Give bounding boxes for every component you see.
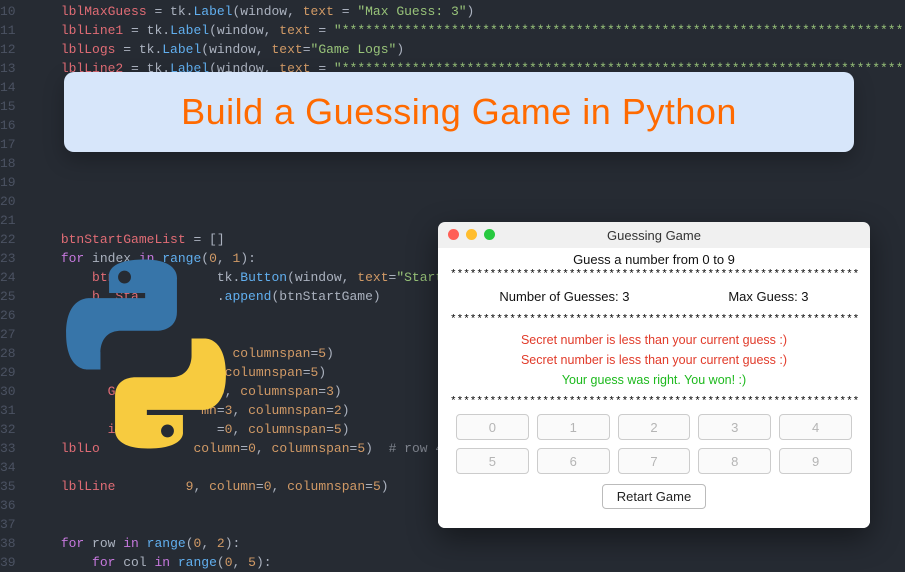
code-line: lblLine1 = tk.Label(window, text = "****… bbox=[30, 21, 905, 40]
code-line: for col in range(0, 5): bbox=[30, 553, 905, 572]
minimize-icon[interactable] bbox=[466, 229, 477, 240]
number-button-grid: 01234 56789 bbox=[450, 408, 858, 482]
number-button-0[interactable]: 0 bbox=[456, 414, 529, 440]
divider-mid: ****************************************… bbox=[450, 314, 858, 326]
banner-title: Build a Guessing Game in Python bbox=[181, 91, 737, 133]
restart-button[interactable]: Retart Game bbox=[602, 484, 706, 509]
number-button-4[interactable]: 4 bbox=[779, 414, 852, 440]
window-title: Guessing Game bbox=[607, 228, 701, 243]
divider-bot: ****************************************… bbox=[450, 396, 858, 408]
title-banner: Build a Guessing Game in Python bbox=[64, 72, 854, 152]
max-guess-label: Max Guess: 3 bbox=[728, 289, 808, 304]
divider-top: ****************************************… bbox=[450, 269, 858, 281]
code-line: for row in range(0, 2): bbox=[30, 534, 905, 553]
code-line: lblMaxGuess = tk.Label(window, text = "M… bbox=[30, 2, 905, 21]
log-line: Your guess was right. You won! :) bbox=[521, 370, 787, 390]
line-number-gutter: 1011121314151617181920212223242526272829… bbox=[0, 2, 30, 542]
code-line bbox=[30, 192, 905, 211]
zoom-icon[interactable] bbox=[484, 229, 495, 240]
number-button-1[interactable]: 1 bbox=[537, 414, 610, 440]
window-titlebar: Guessing Game bbox=[438, 222, 870, 248]
game-window: Guessing Game Guess a number from 0 to 9… bbox=[438, 222, 870, 528]
code-line bbox=[30, 173, 905, 192]
number-button-2[interactable]: 2 bbox=[618, 414, 691, 440]
num-guesses-label: Number of Guesses: 3 bbox=[499, 289, 629, 304]
number-button-9[interactable]: 9 bbox=[779, 448, 852, 474]
number-button-6[interactable]: 6 bbox=[537, 448, 610, 474]
game-log-area: Secret number is less than your current … bbox=[521, 326, 787, 396]
traffic-lights bbox=[448, 229, 495, 240]
close-icon[interactable] bbox=[448, 229, 459, 240]
python-logo-icon bbox=[36, 244, 256, 464]
game-body: Guess a number from 0 to 9 *************… bbox=[438, 248, 870, 528]
stats-row: Number of Guesses: 3 Max Guess: 3 bbox=[450, 281, 858, 314]
number-button-8[interactable]: 8 bbox=[698, 448, 771, 474]
number-button-3[interactable]: 3 bbox=[698, 414, 771, 440]
log-line: Secret number is less than your current … bbox=[521, 330, 787, 350]
code-line: lblLogs = tk.Label(window, text="Game Lo… bbox=[30, 40, 905, 59]
instruction-label: Guess a number from 0 to 9 bbox=[573, 252, 735, 267]
code-line bbox=[30, 154, 905, 173]
number-button-5[interactable]: 5 bbox=[456, 448, 529, 474]
log-line: Secret number is less than your current … bbox=[521, 350, 787, 370]
number-button-7[interactable]: 7 bbox=[618, 448, 691, 474]
